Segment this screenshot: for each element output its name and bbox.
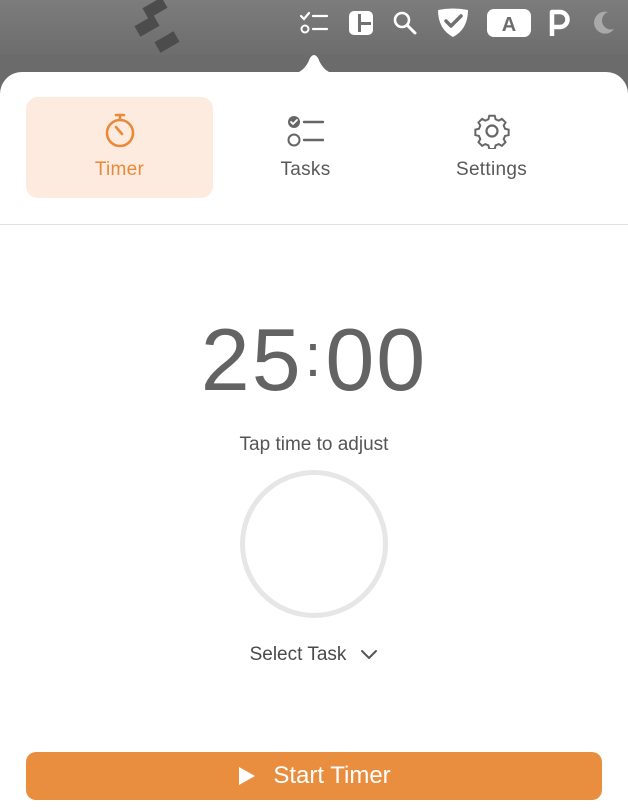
tab-settings[interactable]: Settings <box>398 97 585 198</box>
menu-bar: A <box>0 0 628 55</box>
select-task-label: Select Task <box>249 644 347 665</box>
tasks-icon[interactable] <box>298 8 330 38</box>
tab-bar: Timer Tasks Settings <box>0 72 628 225</box>
tab-timer[interactable]: Timer <box>26 97 213 198</box>
tab-settings-label: Settings <box>455 159 528 180</box>
timer-separator: : <box>304 322 324 389</box>
timer-minutes: 25 <box>200 310 303 409</box>
tab-timer-label: Timer <box>94 159 145 180</box>
play-icon <box>239 767 256 785</box>
progress-ring <box>240 470 388 618</box>
stopwatch-icon <box>102 113 138 149</box>
select-task-dropdown[interactable]: Select Task <box>0 644 628 666</box>
wallpaper-fragment <box>130 0 190 55</box>
search-icon[interactable] <box>390 8 420 38</box>
adjust-hint: Tap time to adjust <box>239 434 389 455</box>
layout-icon[interactable] <box>346 8 376 38</box>
timer-seconds: 00 <box>325 310 428 409</box>
start-timer-button[interactable]: Start Timer <box>26 752 602 800</box>
gear-icon <box>473 113 510 149</box>
a-badge-letter: A <box>502 14 516 36</box>
a-badge-icon[interactable]: A <box>486 8 532 38</box>
checklist-icon <box>287 113 325 149</box>
p-icon[interactable] <box>546 8 572 38</box>
popover-arrow <box>290 55 338 74</box>
moon-icon[interactable] <box>588 8 618 38</box>
start-timer-label: Start Timer <box>273 762 391 789</box>
chevron-down-icon <box>361 650 378 659</box>
shield-check-icon[interactable] <box>434 8 472 38</box>
popover-panel: Timer Tasks Settings 25:00 Tap time to a… <box>0 72 628 810</box>
timer-display[interactable]: 25:00 <box>0 309 628 411</box>
tab-tasks[interactable]: Tasks <box>212 97 399 198</box>
tab-tasks-label: Tasks <box>280 159 331 180</box>
